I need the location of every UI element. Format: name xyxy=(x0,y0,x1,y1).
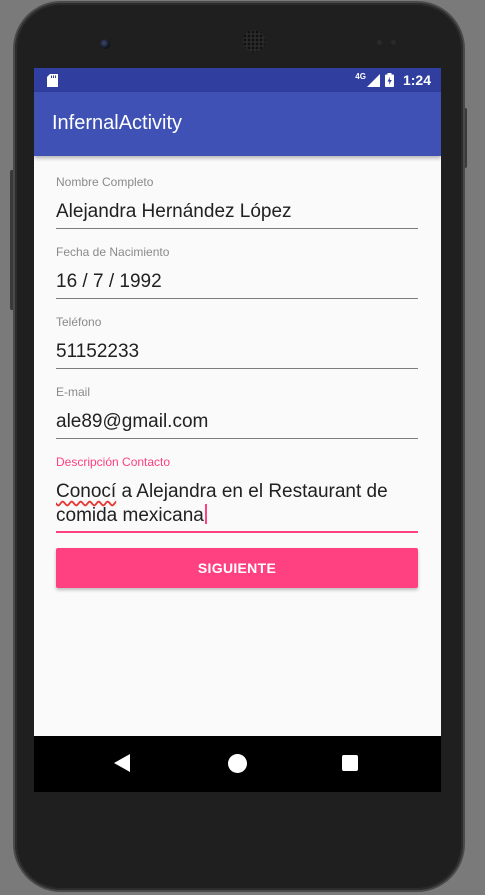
earpiece-speaker xyxy=(243,30,265,52)
text-cursor xyxy=(204,504,207,524)
recent-apps-icon[interactable] xyxy=(342,755,358,771)
email-input[interactable]: ale89@gmail.com xyxy=(56,410,418,434)
full-name-input[interactable]: Alejandra Hernández López xyxy=(56,200,418,224)
device-screen: 4G 1:24 InfernalActivity Nombre Completo… xyxy=(34,68,441,792)
birth-date-underline xyxy=(56,298,418,299)
description-field[interactable]: Descripción Contacto Conocí a Alejandra … xyxy=(56,455,418,533)
birth-date-field[interactable]: Fecha de Nacimiento 16 / 7 / 1992 xyxy=(56,245,418,299)
phone-field[interactable]: Teléfono 51152233 xyxy=(56,315,418,369)
email-underline xyxy=(56,438,418,439)
back-icon[interactable] xyxy=(114,754,130,772)
page-title: InfernalActivity xyxy=(52,112,183,134)
phone-input[interactable]: 51152233 xyxy=(56,340,418,364)
description-label: Descripción Contacto xyxy=(56,455,171,469)
app-bar: InfernalActivity xyxy=(34,92,441,156)
misspelled-word: Conocí xyxy=(56,481,117,502)
full-name-field[interactable]: Nombre Completo Alejandra Hernández Lópe… xyxy=(56,175,418,229)
battery-icon xyxy=(384,73,394,87)
full-name-underline xyxy=(56,228,418,229)
signal-icon xyxy=(366,73,380,87)
network-type-label: 4G xyxy=(355,71,366,81)
phone-label: Teléfono xyxy=(56,315,102,329)
email-label: E-mail xyxy=(56,385,91,399)
full-name-label: Nombre Completo xyxy=(56,175,154,189)
contact-form: Nombre Completo Alejandra Hernández Lópe… xyxy=(56,175,418,588)
proximity-sensor xyxy=(377,40,382,45)
next-button[interactable]: SIGUIENTE xyxy=(56,548,418,588)
description-input[interactable]: Conocí a Alejandra en el Restaurant de c… xyxy=(56,480,416,528)
home-icon[interactable] xyxy=(228,754,247,773)
front-camera xyxy=(100,39,110,49)
phone-underline xyxy=(56,368,418,369)
status-time: 1:24 xyxy=(402,72,431,88)
sd-card-icon xyxy=(47,74,58,87)
status-bar: 4G 1:24 xyxy=(34,68,441,92)
navigation-bar xyxy=(34,736,441,792)
light-sensor xyxy=(391,40,396,45)
description-underline xyxy=(56,531,418,533)
birth-date-input[interactable]: 16 / 7 / 1992 xyxy=(56,270,418,294)
email-field[interactable]: E-mail ale89@gmail.com xyxy=(56,385,418,439)
birth-date-label: Fecha de Nacimiento xyxy=(56,245,170,259)
